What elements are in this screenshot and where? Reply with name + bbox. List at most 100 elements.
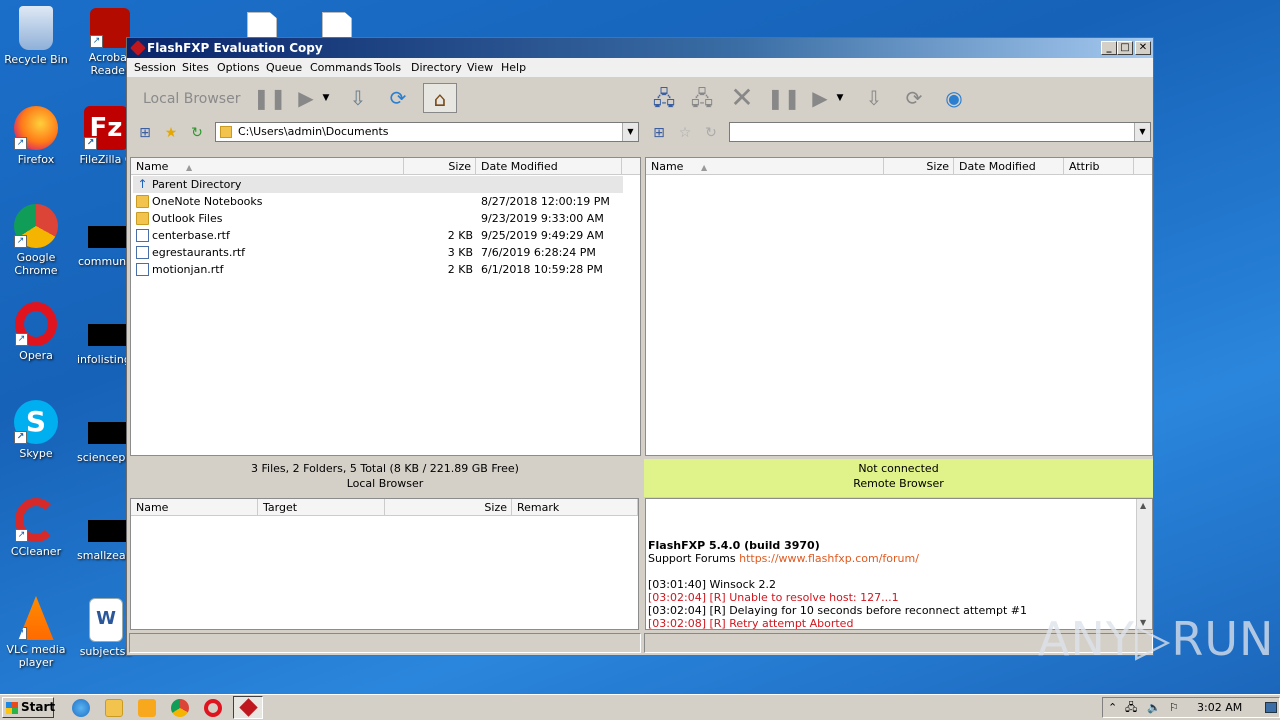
column-size[interactable]: Size (385, 499, 512, 516)
desktop-icon-vlc[interactable]: ↗ VLC media player (0, 596, 72, 669)
favorites-star-icon[interactable]: ★ (162, 124, 180, 142)
scroll-up-icon[interactable]: ▲ (1140, 501, 1146, 510)
disconnect-icon[interactable]: 🖧 (687, 83, 717, 113)
action-center-flag-icon[interactable]: ⚐ (1169, 698, 1179, 717)
desktop-icon-label[interactable]: infolisting (77, 353, 131, 366)
desktop-icon-label: Opera (19, 349, 53, 362)
desktop-icon-label: Recycle Bin (4, 53, 68, 66)
file-row[interactable]: egrestaurants.rtf 3 KB 7/6/2019 6:28:24 … (133, 244, 623, 261)
desktop-file-icon[interactable] (322, 12, 352, 38)
local-file-list[interactable]: Name ▲ Size Date Modified ↑ Parent Direc… (130, 157, 641, 456)
path-dropdown-icon[interactable]: ▼ (622, 123, 638, 141)
remote-path-input[interactable]: ▼ (729, 122, 1151, 142)
local-path-input[interactable]: C:\Users\admin\Documents ▼ (215, 122, 639, 142)
menu-commands[interactable]: Commands (310, 61, 372, 74)
desktop-file-icon[interactable] (247, 12, 277, 38)
taskbar-button-flashfxp[interactable] (233, 696, 263, 719)
menu-queue[interactable]: Queue (266, 61, 302, 74)
up-directory-icon[interactable]: ↻ (188, 124, 206, 142)
desktop-icon-label: Skype (19, 447, 53, 460)
column-size[interactable]: Size (404, 158, 476, 175)
volume-icon[interactable]: 🔈 (1147, 698, 1161, 717)
menu-help[interactable]: Help (501, 61, 526, 74)
folder-icon (136, 195, 149, 208)
sites-icon[interactable]: ⊞ (650, 124, 668, 142)
media-player-icon[interactable] (138, 699, 156, 717)
menu-tools[interactable]: Tools (374, 61, 401, 74)
parent-directory-row[interactable]: ↑ Parent Directory (133, 176, 623, 193)
menu-view[interactable]: View (467, 61, 493, 74)
chrome-icon[interactable] (171, 699, 189, 717)
file-row[interactable]: centerbase.rtf 2 KB 9/25/2019 9:49:29 AM (133, 227, 623, 244)
pause-icon[interactable]: ❚❚ (767, 83, 801, 113)
file-row[interactable]: Outlook Files 9/23/2019 9:33:00 AM (133, 210, 623, 227)
column-date-modified[interactable]: Date Modified (954, 158, 1064, 175)
column-target[interactable]: Target (258, 499, 385, 516)
up-directory-icon[interactable]: ↻ (702, 124, 720, 142)
left-toolbar: Local Browser ❚❚ ▶ ▼ ⇩ ⟳ ⌂ (129, 79, 641, 118)
minimize-button[interactable]: _ (1101, 41, 1117, 55)
desktop-icon-opera[interactable]: ↗ Opera (0, 302, 72, 362)
path-dropdown-icon[interactable]: ▼ (1134, 123, 1150, 141)
transfer-icon[interactable]: ⇩ (859, 83, 889, 113)
show-desktop-button[interactable] (1265, 702, 1277, 713)
network-icon[interactable]: 🖧 (1125, 698, 1137, 717)
log-scrollbar[interactable]: ▲ ▼ (1136, 499, 1152, 629)
home-icon[interactable]: ⌂ (423, 83, 457, 113)
desktop-icon-ccleaner[interactable]: ↗ CCleaner (0, 498, 72, 558)
connect-icon[interactable]: 🖧 (649, 83, 679, 113)
file-explorer-icon[interactable] (105, 699, 123, 717)
menu-session[interactable]: Session (134, 61, 176, 74)
desktop-icon-google-chrome[interactable]: ↗ Google Chrome (0, 204, 72, 277)
favorites-star-icon[interactable]: ☆ (676, 124, 694, 142)
support-forums-label: Support Forums (648, 552, 736, 565)
column-name[interactable]: Name ▲ (131, 158, 404, 175)
file-row[interactable]: motionjan.rtf 2 KB 6/1/2018 10:59:28 PM (133, 261, 623, 278)
file-row[interactable]: OneNote Notebooks 8/27/2018 12:00:19 PM (133, 193, 623, 210)
menu-sites[interactable]: Sites (182, 61, 209, 74)
desktop-icon-label[interactable]: sciencepo (77, 451, 132, 464)
support-forums-link[interactable]: https://www.flashfxp.com/forum/ (739, 552, 919, 565)
column-remark[interactable]: Remark (512, 499, 638, 516)
maximize-button[interactable]: □ (1117, 41, 1133, 55)
column-label: Target (263, 501, 298, 514)
recycle-bin-icon (19, 6, 53, 50)
session-log[interactable]: FlashFXP 5.4.0 (build 3970) Support Foru… (645, 498, 1153, 630)
menu-directory[interactable]: Directory (411, 61, 462, 74)
column-date-modified[interactable]: Date Modified (476, 158, 622, 175)
play-dropdown-icon[interactable]: ▼ (319, 83, 333, 113)
transfer-icon[interactable]: ⇩ (343, 83, 373, 113)
opera-icon[interactable] (204, 699, 222, 717)
shortcut-arrow-icon: ↗ (18, 627, 27, 640)
internet-explorer-icon[interactable] (72, 699, 90, 717)
column-name[interactable]: Name (131, 499, 258, 516)
menu-options[interactable]: Options (217, 61, 259, 74)
column-name[interactable]: Name ▲ (646, 158, 884, 175)
desktop-icon-recycle-bin[interactable]: Recycle Bin (0, 6, 72, 66)
desktop-icon-skype[interactable]: S ↗ Skype (0, 400, 72, 460)
file-name: motionjan.rtf (152, 263, 224, 276)
play-dropdown-icon[interactable]: ▼ (833, 83, 847, 113)
desktop-icon-firefox[interactable]: ↗ Firefox (0, 106, 72, 166)
abort-icon[interactable]: ✕ (727, 83, 757, 113)
remote-file-list[interactable]: Name ▲ Size Date Modified Attrib (645, 157, 1153, 456)
column-size[interactable]: Size (884, 158, 954, 175)
title-bar[interactable]: FlashFXP Evaluation Copy _ □ ✕ (127, 38, 1153, 58)
play-icon[interactable]: ▶ (805, 83, 835, 113)
taskbar-clock[interactable]: 3:02 AM (1197, 698, 1242, 717)
globe-icon[interactable]: ◉ (939, 83, 969, 113)
column-label: Size (484, 501, 507, 514)
start-button[interactable]: Start (2, 697, 55, 718)
chrome-icon: ↗ (14, 204, 58, 248)
refresh-icon[interactable]: ⟳ (383, 83, 413, 113)
ccleaner-icon: ↗ (15, 498, 57, 542)
pause-icon[interactable]: ❚❚ (253, 83, 287, 113)
refresh-icon[interactable]: ⟳ (899, 83, 929, 113)
play-icon[interactable]: ▶ (291, 83, 321, 113)
sites-icon[interactable]: ⊞ (136, 124, 154, 142)
close-button[interactable]: ✕ (1135, 41, 1151, 55)
column-attrib[interactable]: Attrib (1064, 158, 1134, 175)
tray-expand-icon[interactable]: ⌃ (1108, 698, 1117, 717)
transfer-queue[interactable]: Name Target Size Remark (130, 498, 639, 630)
desktop-icon-label: subjectsb (79, 645, 133, 658)
